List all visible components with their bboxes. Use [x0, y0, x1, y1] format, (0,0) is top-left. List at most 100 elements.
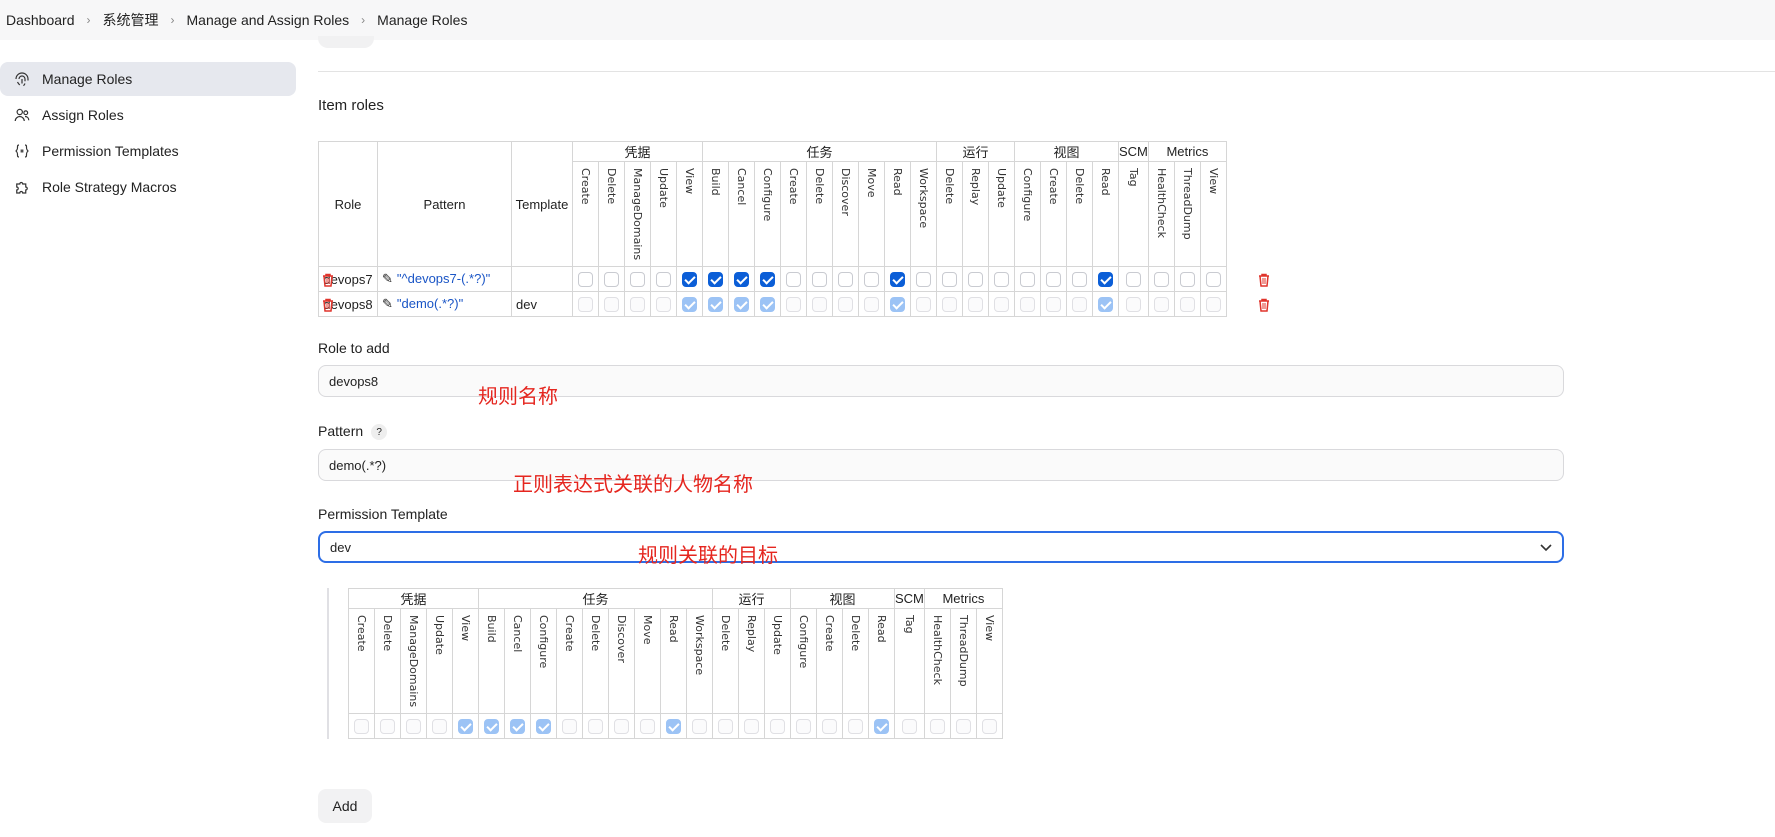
trash-icon[interactable]	[1258, 273, 1270, 287]
trash-icon[interactable]	[322, 273, 334, 287]
permission-checkbox[interactable]	[432, 718, 447, 734]
permission-checkbox[interactable]	[796, 718, 811, 734]
permission-checkbox[interactable]	[1179, 296, 1195, 312]
add-button[interactable]: Add	[318, 789, 372, 823]
permission-checkbox[interactable]	[890, 271, 905, 287]
permission-checkbox[interactable]	[614, 718, 629, 734]
permission-checkbox[interactable]	[1205, 271, 1221, 287]
sidebar-item-permission-templates[interactable]: Permission Templates	[0, 134, 296, 168]
breadcrumb-manage-roles[interactable]: Manage Roles	[377, 12, 467, 28]
permission-checkbox[interactable]	[536, 718, 551, 734]
permission-checkbox[interactable]	[864, 271, 879, 287]
permission-checkbox[interactable]	[1072, 296, 1087, 312]
permission-checkbox[interactable]	[458, 718, 473, 734]
sidebar-item-role-strategy-macros[interactable]: Role Strategy Macros	[0, 170, 296, 204]
permission-template-select[interactable]: dev	[318, 531, 1564, 563]
permission-checkbox[interactable]	[968, 271, 983, 287]
permission-checkbox[interactable]	[1098, 296, 1113, 312]
role-pattern-cell[interactable]: ✎ "demo(.*?)"	[377, 291, 512, 317]
permission-checkbox[interactable]	[1153, 296, 1169, 312]
permission-checkbox[interactable]	[484, 718, 499, 734]
role-pattern-cell[interactable]: ✎ "^devops7-(.*?)"	[377, 266, 512, 292]
permission-checkbox[interactable]	[812, 271, 827, 287]
permission-checkbox[interactable]	[604, 296, 619, 312]
permission-checkbox[interactable]	[942, 296, 957, 312]
permission-checkbox[interactable]	[760, 271, 775, 287]
permission-checkbox[interactable]	[822, 718, 837, 734]
permission-checkbox[interactable]	[786, 296, 801, 312]
permission-checkbox[interactable]	[1205, 296, 1221, 312]
permission-checkbox[interactable]	[630, 296, 645, 312]
permission-checkbox[interactable]	[1046, 296, 1061, 312]
pencil-icon[interactable]: ✎	[382, 271, 393, 286]
permission-checkbox[interactable]	[666, 718, 681, 734]
permission-checkbox[interactable]	[916, 296, 931, 312]
permission-checkbox[interactable]	[744, 718, 759, 734]
permission-checkbox[interactable]	[734, 296, 749, 312]
permission-checkbox[interactable]	[890, 296, 905, 312]
permission-checkbox[interactable]	[656, 296, 671, 312]
permission-checkbox[interactable]	[578, 271, 593, 287]
permission-label: Create	[579, 168, 592, 205]
permission-checkbox[interactable]	[981, 718, 997, 734]
permission-checkbox[interactable]	[874, 718, 889, 734]
permission-checkbox[interactable]	[994, 271, 1009, 287]
permission-checkbox[interactable]	[588, 718, 603, 734]
permission-checkbox[interactable]	[1098, 271, 1113, 287]
permission-checkbox[interactable]	[682, 271, 697, 287]
breadcrumb-manage-assign[interactable]: Manage and Assign Roles	[187, 12, 350, 28]
role-pattern[interactable]: "^devops7-(.*?)"	[397, 271, 490, 286]
trash-icon[interactable]	[1258, 298, 1270, 312]
permission-checkbox[interactable]	[812, 296, 827, 312]
permission-checkbox[interactable]	[1046, 271, 1061, 287]
pattern-input[interactable]: demo(.*?)	[318, 449, 1564, 481]
pencil-icon[interactable]: ✎	[382, 296, 393, 311]
permission-checkbox[interactable]	[354, 718, 369, 734]
permission-checkbox[interactable]	[630, 271, 645, 287]
permission-checkbox[interactable]	[1179, 271, 1195, 287]
permission-checkbox[interactable]	[929, 718, 945, 734]
permission-checkbox[interactable]	[406, 718, 421, 734]
breadcrumb-dashboard[interactable]: Dashboard	[6, 12, 75, 28]
permission-checkbox[interactable]	[692, 718, 707, 734]
collapsed-button[interactable]	[318, 36, 374, 48]
permission-checkbox[interactable]	[682, 296, 697, 312]
permission-checkbox[interactable]	[968, 296, 983, 312]
permission-checkbox[interactable]	[770, 718, 785, 734]
permission-checkbox[interactable]	[942, 271, 957, 287]
permission-checkbox[interactable]	[604, 271, 619, 287]
permission-checkbox[interactable]	[380, 718, 395, 734]
permission-checkbox[interactable]	[1072, 271, 1087, 287]
permission-checkbox[interactable]	[708, 271, 723, 287]
help-icon[interactable]: ?	[371, 424, 388, 441]
permission-checkbox[interactable]	[786, 271, 801, 287]
permission-checkbox[interactable]	[1020, 296, 1035, 312]
permission-checkbox[interactable]	[734, 271, 749, 287]
permission-checkbox[interactable]	[708, 296, 723, 312]
permission-checkbox[interactable]	[901, 718, 917, 734]
breadcrumb-system[interactable]: 系统管理	[103, 10, 159, 30]
permission-checkbox[interactable]	[578, 296, 593, 312]
permission-checkbox[interactable]	[848, 718, 863, 734]
trash-icon[interactable]	[322, 298, 334, 312]
role-pattern[interactable]: "demo(.*?)"	[397, 296, 463, 311]
permission-checkbox[interactable]	[718, 718, 733, 734]
permission-checkbox[interactable]	[916, 271, 931, 287]
sidebar-item-assign-roles[interactable]: Assign Roles	[0, 98, 296, 132]
permission-label: View	[1206, 168, 1220, 195]
permission-checkbox[interactable]	[838, 271, 853, 287]
permission-checkbox[interactable]	[510, 718, 525, 734]
permission-checkbox[interactable]	[1020, 271, 1035, 287]
permission-checkbox[interactable]	[1125, 271, 1141, 287]
permission-checkbox[interactable]	[955, 718, 971, 734]
sidebar-item-manage-roles[interactable]: Manage Roles	[0, 62, 296, 96]
permission-checkbox[interactable]	[562, 718, 577, 734]
permission-checkbox[interactable]	[864, 296, 879, 312]
permission-checkbox[interactable]	[760, 296, 775, 312]
permission-checkbox[interactable]	[1125, 296, 1141, 312]
permission-checkbox[interactable]	[640, 718, 655, 734]
permission-checkbox[interactable]	[1153, 271, 1169, 287]
permission-checkbox[interactable]	[838, 296, 853, 312]
permission-checkbox[interactable]	[994, 296, 1009, 312]
permission-checkbox[interactable]	[656, 271, 671, 287]
